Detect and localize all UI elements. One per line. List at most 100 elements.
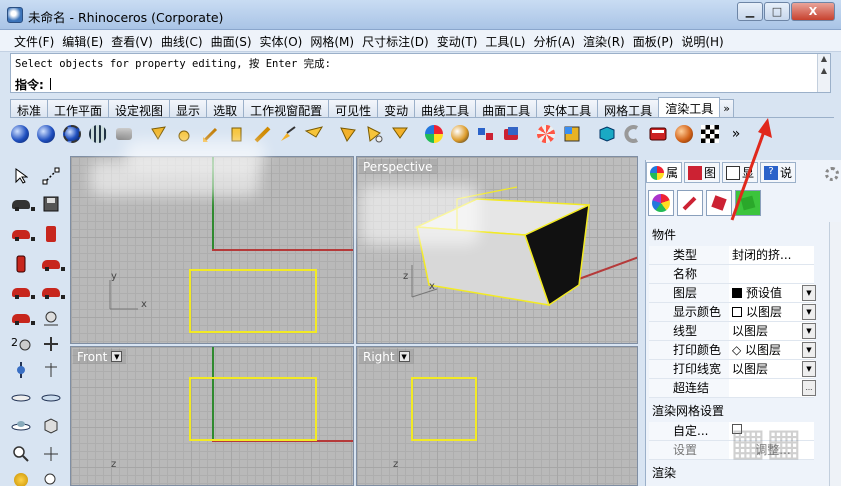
render-window-icon[interactable] — [36, 124, 56, 144]
zoom-extents-icon[interactable] — [10, 470, 32, 486]
viewport-right[interactable]: Right ▼ z — [356, 346, 638, 486]
texture-mapping-icon[interactable] — [476, 124, 496, 144]
menu-edit[interactable]: 编辑(E) — [58, 30, 107, 51]
prop-row-hyperlink[interactable]: 超连结 ... — [649, 379, 816, 398]
new-file-icon[interactable] — [10, 194, 35, 214]
front-selected-rectangle[interactable] — [189, 377, 317, 441]
render-icon[interactable] — [10, 124, 30, 144]
tabs-overflow-button[interactable]: » — [719, 99, 734, 117]
menu-file[interactable]: 文件(F) — [10, 30, 58, 51]
two-point-icon[interactable]: 2 — [10, 334, 32, 354]
command-input[interactable] — [50, 78, 51, 90]
checker-texture-icon[interactable] — [700, 124, 720, 144]
stand-icon[interactable] — [40, 360, 62, 380]
light-direction-icon[interactable] — [304, 124, 324, 144]
selected-rectangle[interactable] — [189, 269, 317, 333]
material-page-icon[interactable] — [677, 190, 703, 216]
prop-row-print-width[interactable]: 打印线宽 以图层 ▼ — [649, 360, 816, 379]
curve-piping-icon[interactable] — [622, 124, 642, 144]
sun-icon[interactable] — [338, 124, 358, 144]
menu-dimension[interactable]: 尺寸标注(D) — [358, 30, 433, 51]
prop-row-linetype[interactable]: 线型 以图层 ▼ — [649, 322, 816, 341]
car-back-icon[interactable] — [40, 282, 65, 302]
car-side-icon[interactable] — [40, 254, 65, 274]
print-width-dropdown-icon[interactable]: ▼ — [802, 361, 816, 377]
layer-dropdown-icon[interactable]: ▼ — [802, 285, 816, 301]
menu-panels[interactable]: 面板(P) — [629, 30, 678, 51]
render-preview-icon[interactable] — [62, 124, 82, 144]
maximize-button[interactable]: □ — [764, 2, 790, 21]
tab-standard[interactable]: 标准 — [10, 99, 49, 118]
render-mesh-icon[interactable] — [88, 124, 108, 144]
light-properties-icon[interactable] — [364, 124, 384, 144]
scroll-up-icon[interactable]: ▲ — [818, 54, 830, 66]
viewport-label-front[interactable]: Front ▼ — [73, 349, 127, 364]
zoom-window-icon[interactable] — [40, 470, 62, 486]
tab-display[interactable]: 显示 — [169, 99, 208, 118]
menu-tools[interactable]: 工具(L) — [481, 30, 529, 51]
plane-tool-icon[interactable] — [40, 388, 62, 408]
tab-surface-tools[interactable]: 曲面工具 — [475, 99, 538, 118]
ground-plane-icon[interactable] — [562, 124, 582, 144]
command-prompt-row[interactable]: 指令: — [15, 76, 51, 93]
menu-solid[interactable]: 实体(O) — [256, 30, 307, 51]
environment-icon[interactable] — [536, 124, 556, 144]
light-panel-icon[interactable] — [390, 124, 410, 144]
red-car-icon[interactable] — [10, 224, 35, 244]
ufo-icon[interactable] — [10, 416, 32, 436]
menu-transform[interactable]: 变动(T) — [433, 30, 482, 51]
tab-mesh-tools[interactable]: 网格工具 — [597, 99, 660, 118]
tab-render-tools[interactable]: 渲染工具 — [658, 97, 721, 117]
joystick-icon[interactable] — [10, 360, 32, 380]
command-scrollbar[interactable]: ▲ ▲ — [817, 54, 830, 92]
name-input[interactable] — [729, 265, 814, 283]
menu-analyze[interactable]: 分析(A) — [529, 30, 579, 51]
menu-help[interactable]: 说明(H) — [677, 30, 727, 51]
viewport-front[interactable]: Front ▼ z — [70, 346, 354, 486]
panel-settings-gear-icon[interactable] — [825, 167, 839, 181]
box-3d-icon[interactable] — [40, 416, 62, 436]
points-on-icon[interactable] — [40, 166, 62, 186]
material-assign-icon[interactable] — [450, 124, 470, 144]
vertical-car-icon[interactable] — [10, 254, 32, 274]
right-selected-rectangle[interactable] — [411, 377, 477, 441]
menu-view[interactable]: 查看(V) — [107, 30, 157, 51]
display-color-dropdown-icon[interactable]: ▼ — [802, 304, 816, 320]
tab-solid-tools[interactable]: 实体工具 — [536, 99, 599, 118]
pan-icon[interactable] — [40, 444, 62, 464]
plane-icon[interactable] — [10, 388, 32, 408]
render-toolbar-icon[interactable] — [648, 124, 668, 144]
sphere-light-icon[interactable] — [40, 308, 62, 328]
tab-select[interactable]: 选取 — [206, 99, 245, 118]
tab-transform[interactable]: 变动 — [377, 99, 416, 118]
zoom-icon[interactable] — [10, 444, 32, 464]
print-color-dropdown-icon[interactable]: ▼ — [802, 342, 816, 358]
cube-map-icon[interactable] — [596, 124, 616, 144]
prop-row-name[interactable]: 名称 — [649, 265, 814, 284]
save-icon[interactable] — [40, 194, 62, 214]
front-view-dropdown-icon[interactable]: ▼ — [111, 351, 123, 362]
menu-surface[interactable]: 曲面(S) — [207, 30, 256, 51]
prop-row-display-color[interactable]: 显示颜色 以图层 ▼ — [649, 303, 816, 322]
red-box-icon[interactable] — [40, 224, 62, 244]
car-front-icon[interactable] — [10, 282, 35, 302]
decal-icon[interactable] — [502, 124, 522, 144]
hyperlink-browse-button[interactable]: ... — [802, 380, 816, 396]
car-left-icon[interactable] — [10, 308, 35, 328]
add-light-icon[interactable] — [278, 124, 298, 144]
tab-layers[interactable]: 图 — [684, 162, 721, 183]
close-button[interactable]: X — [791, 2, 835, 21]
right-view-dropdown-icon[interactable]: ▼ — [398, 351, 410, 362]
minimize-button[interactable]: ▁ — [737, 2, 763, 21]
texture-ball-icon[interactable] — [674, 124, 694, 144]
tab-cplanes[interactable]: 工作平面 — [47, 99, 110, 118]
tab-visibility[interactable]: 可见性 — [328, 99, 379, 118]
prop-row-layer[interactable]: 图层 预设值 ▼ — [649, 284, 816, 303]
tab-curve-tools[interactable]: 曲线工具 — [414, 99, 477, 118]
materials-icon[interactable] — [424, 124, 444, 144]
tab-set-view[interactable]: 设定视图 — [108, 99, 171, 118]
object-properties-icon[interactable] — [648, 190, 674, 216]
menu-render[interactable]: 渲染(R) — [579, 30, 629, 51]
tab-properties[interactable]: 属 — [646, 162, 683, 183]
tripod-icon[interactable] — [40, 334, 62, 354]
